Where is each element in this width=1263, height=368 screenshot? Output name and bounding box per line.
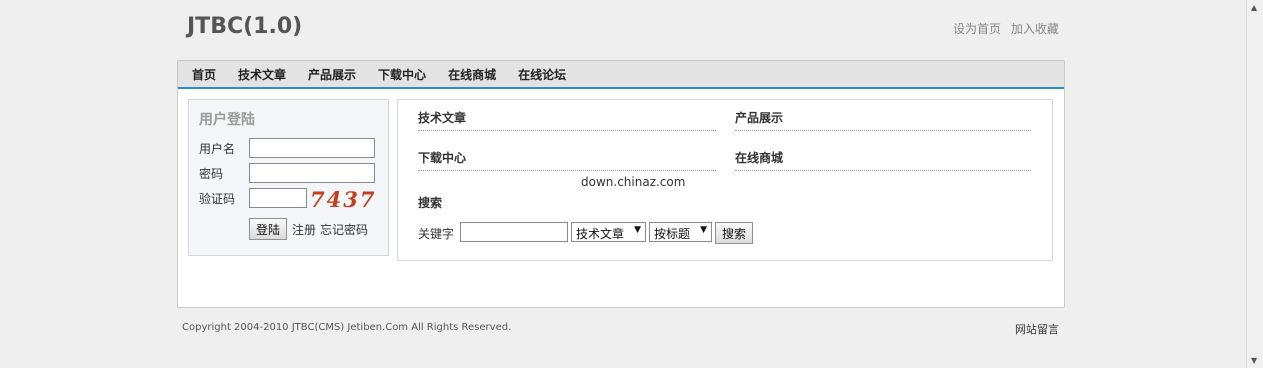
forgot-password-link[interactable]: 忘记密码	[320, 221, 368, 238]
watermark-text: down.chinaz.com	[581, 175, 686, 189]
nav-item-forum[interactable]: 在线论坛	[518, 66, 566, 83]
arrow-up-icon[interactable]: ▲	[1251, 3, 1257, 12]
keyword-label: 关键字	[418, 227, 455, 241]
search-title: 搜索	[418, 196, 443, 210]
login-title: 用户登陆	[199, 112, 255, 128]
search-mode-value: 按标题	[654, 227, 691, 241]
keyword-input[interactable]	[460, 222, 568, 242]
site-title: JTBC(1.0)	[187, 14, 303, 39]
category-select[interactable]: 技术文章 ▼	[571, 222, 646, 242]
password-field[interactable]	[249, 163, 375, 183]
category-downloads[interactable]: 下载中心	[418, 149, 716, 171]
username-field[interactable]	[249, 138, 375, 158]
login-panel: 用户登陆 用户名 密码 验证码 7437 登陆 注册 忘记密码	[188, 99, 389, 256]
password-label: 密码	[199, 167, 224, 181]
chevron-down-icon: ▼	[634, 225, 641, 235]
category-select-value: 技术文章	[576, 227, 625, 241]
nav-item-articles[interactable]: 技术文章	[238, 66, 286, 83]
category-products[interactable]: 产品展示	[735, 109, 1031, 131]
copyright-text: Copyright 2004-2010 JTBC(CMS) Jetiben.Co…	[182, 322, 512, 333]
search-mode-select[interactable]: 按标题 ▼	[649, 222, 712, 242]
main-nav: 首页 技术文章 产品展示 下载中心 在线商城 在线论坛	[178, 61, 1064, 89]
nav-item-shop[interactable]: 在线商城	[448, 66, 496, 83]
nav-item-home[interactable]: 首页	[192, 66, 216, 83]
captcha-field[interactable]	[249, 188, 307, 208]
main-frame: 首页 技术文章 产品展示 下载中心 在线商城 在线论坛 用户登陆 用户名 密码 …	[177, 60, 1065, 308]
register-link[interactable]: 注册	[292, 221, 316, 238]
search-button[interactable]: 搜索	[715, 222, 753, 244]
captcha-label: 验证码	[199, 192, 236, 206]
category-shop[interactable]: 在线商城	[735, 149, 1031, 171]
nav-item-downloads[interactable]: 下载中心	[378, 66, 426, 83]
nav-item-products[interactable]: 产品展示	[308, 66, 356, 83]
chevron-down-icon: ▼	[700, 225, 707, 235]
captcha-image[interactable]: 7437	[310, 187, 376, 212]
guestbook-link[interactable]: 网站留言	[1015, 321, 1059, 337]
category-articles[interactable]: 技术文章	[418, 109, 716, 131]
username-label: 用户名	[199, 142, 236, 156]
add-favorite-link[interactable]: 加入收藏	[1011, 22, 1059, 36]
vertical-scrollbar[interactable]: ▲ ▼	[1246, 0, 1263, 368]
login-button[interactable]: 登陆	[249, 218, 287, 240]
set-homepage-link[interactable]: 设为首页	[953, 22, 1001, 36]
arrow-down-icon[interactable]: ▼	[1251, 356, 1257, 365]
top-links: 设为首页 加入收藏	[953, 20, 1065, 37]
content-panel: 技术文章 产品展示 下载中心 在线商城 down.chinaz.com 搜索 关…	[397, 99, 1053, 261]
